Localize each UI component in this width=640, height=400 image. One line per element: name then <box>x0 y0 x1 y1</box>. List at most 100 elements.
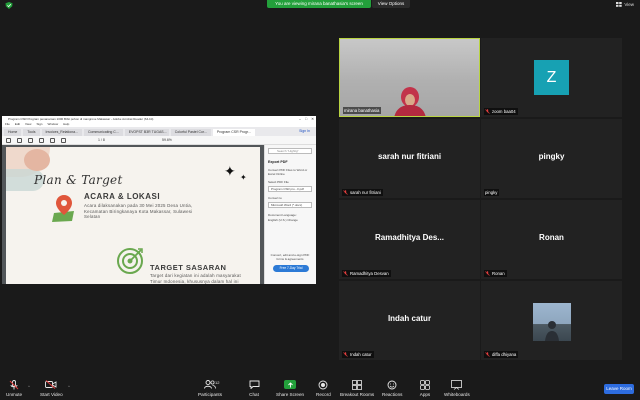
participant-name: Ronan <box>484 270 507 277</box>
participant-tile[interactable]: sarah nur fitriani sarah nur fitriani <box>339 119 480 198</box>
participant-tile[interactable]: diffa dhiyana <box>481 281 622 360</box>
select-file-label: Select PDF File <box>268 180 289 184</box>
acara-text: Acara dilaksanakan pada 30 Mei 2025 Desa… <box>84 203 193 220</box>
chat-button[interactable]: Chat <box>247 379 261 397</box>
tab-communicating[interactable]: Communicating C... <box>84 129 123 136</box>
export-pdf-panel: Search "Highlig" Export PDF Convert PDF … <box>264 145 316 284</box>
participant-tile[interactable]: Ramadhitya Des... Ramadhitya Desvan <box>339 200 480 279</box>
reactions-icon <box>387 380 397 389</box>
promo-text: Convert, edit and e-sign PDF forms & agr… <box>270 253 310 261</box>
decor-blob <box>24 149 50 171</box>
acrobat-tool-icons <box>6 138 66 143</box>
participant-tile[interactable]: mirana banathasia <box>339 38 480 117</box>
export-pdf-description: Convert PDF Files to Word or Excel Onlin… <box>268 168 308 176</box>
pdf-slide: Plan & Target ✦ ✦ ACARA & LOKASI Acara d… <box>6 147 260 284</box>
tab-program-csr[interactable]: Program CSR Progr... <box>212 129 255 136</box>
whiteboards-button[interactable]: Whiteboards <box>444 379 470 397</box>
apps-button[interactable]: Apps <box>418 379 432 397</box>
view-options-button[interactable]: View Options <box>372 0 410 8</box>
participant-display-name: Indah catur <box>387 314 432 323</box>
view-label: View <box>624 2 634 7</box>
participant-name: pingky <box>484 189 500 196</box>
mic-off-icon <box>343 352 348 357</box>
minimize-icon[interactable]: – <box>299 116 301 122</box>
start-video-button[interactable]: Start Video <box>40 379 63 397</box>
tab-home[interactable]: Home <box>4 129 22 136</box>
participant-display-name: Ramadhitya Des... <box>375 233 444 242</box>
chat-label: Chat <box>249 392 259 397</box>
mic-off-icon <box>485 109 490 114</box>
video-off-icon <box>45 380 57 389</box>
document-language-value[interactable]: English (U.S.) Change <box>268 218 312 222</box>
participant-name: Ramadhitya Desvan <box>342 270 391 277</box>
tab-invoices[interactable]: Invoices_Relationa... <box>41 129 83 136</box>
sign-in-link[interactable]: Sign In <box>299 128 310 135</box>
acrobat-window-title: Program CSR Program penanaman 1000 Bibit… <box>8 117 154 121</box>
tab-evopst[interactable]: EVOPST B3R TUGAS... <box>124 129 169 136</box>
participants-button[interactable]: 12 Participants <box>198 379 222 397</box>
zoom-level[interactable]: 59.6% <box>162 138 172 142</box>
acrobat-toolbar: 1 / 8 59.6% <box>2 136 316 145</box>
acrobat-title-bar: Program CSR Program penanaman 1000 Bibit… <box>2 116 316 122</box>
mic-off-icon <box>485 352 490 357</box>
tools-search-input[interactable]: Search "Highlig" <box>268 148 312 154</box>
share-screen-label: Share Screen <box>276 392 305 397</box>
unmute-button[interactable]: Unmute <box>6 379 22 397</box>
page-indicator[interactable]: 1 / 8 <box>98 138 105 142</box>
export-pdf-heading[interactable]: Export PDF <box>268 160 288 164</box>
reactions-button[interactable]: Reactions <box>382 379 402 397</box>
slide-title: Plan & Target <box>34 173 123 187</box>
free-trial-button[interactable]: Free 7-Day Trial <box>273 265 309 272</box>
participant-tile[interactable]: Ronan Ronan <box>481 200 622 279</box>
mic-off-icon <box>343 271 348 276</box>
mail-icon[interactable] <box>28 138 33 143</box>
acrobat-tabs: Home Tools Invoices_Relationa... Communi… <box>2 127 316 136</box>
participants-label: Participants <box>198 392 223 397</box>
tab-tools[interactable]: Tools <box>23 129 40 136</box>
next-page-icon[interactable] <box>61 138 66 143</box>
close-icon[interactable]: ✕ <box>311 116 314 122</box>
print-icon[interactable] <box>17 138 22 143</box>
document-viewport: Plan & Target ✦ ✦ ACARA & LOKASI Acara d… <box>2 145 264 284</box>
acara-heading: ACARA & LOKASI <box>84 192 161 201</box>
record-icon <box>318 380 328 389</box>
mic-off-icon <box>9 379 19 389</box>
record-button[interactable]: Record <box>316 379 331 397</box>
participants-count: 12 <box>215 380 220 385</box>
target-icon <box>117 248 143 274</box>
top-bar: You are viewing mirana banathasia's scre… <box>0 0 640 10</box>
chat-icon <box>249 380 259 389</box>
selected-file-field[interactable]: Program CSR pro...F.pdf <box>268 186 312 192</box>
save-icon[interactable] <box>6 138 11 143</box>
convert-to-select[interactable]: Microsoft Word (*.docx) <box>268 202 312 208</box>
prev-page-icon[interactable] <box>50 138 55 143</box>
participant-tile[interactable]: Z zoom baa04 <box>481 38 622 117</box>
window-controls: – □ ✕ <box>299 116 314 122</box>
leave-room-button[interactable]: Leave Room <box>604 384 634 394</box>
audio-options-caret[interactable]: ^ <box>28 384 30 389</box>
whiteboards-label: Whiteboards <box>444 392 470 397</box>
video-options-caret[interactable]: ^ <box>68 384 70 389</box>
share-screen-button[interactable]: Share Screen <box>276 379 304 397</box>
target-text: Target dari kegiatan ini adalah masyarak… <box>150 273 241 284</box>
participant-display-name: pingky <box>538 152 565 161</box>
shared-screen: Program CSR Program penanaman 1000 Bibit… <box>2 116 316 284</box>
security-shield-icon[interactable] <box>5 2 13 9</box>
zoom-meeting-window: You are viewing mirana banathasia's scre… <box>0 0 640 400</box>
participant-name: mirana banathasia <box>343 107 382 114</box>
participant-tile[interactable]: Indah catur Indah catur <box>339 281 480 360</box>
participant-display-name: sarah nur fitriani <box>377 152 442 161</box>
tab-colorful-pastel[interactable]: Colorful Pastel Cor... <box>170 129 211 136</box>
view-button[interactable]: View <box>616 2 634 7</box>
share-screen-icon <box>284 380 297 389</box>
breakout-rooms-label: Breakout Rooms <box>340 392 375 397</box>
search-icon[interactable] <box>39 138 44 143</box>
breakout-rooms-button[interactable]: Breakout Rooms <box>340 379 374 397</box>
profile-photo-figure <box>545 321 559 341</box>
maximize-icon[interactable]: □ <box>305 116 307 122</box>
participant-tile[interactable]: pingky pingky <box>481 119 622 198</box>
grid-icon <box>616 2 623 7</box>
apps-label: Apps <box>419 392 431 397</box>
document-language-label: Document Language: <box>268 213 297 217</box>
participant-name: diffa dhiyana <box>484 351 519 358</box>
